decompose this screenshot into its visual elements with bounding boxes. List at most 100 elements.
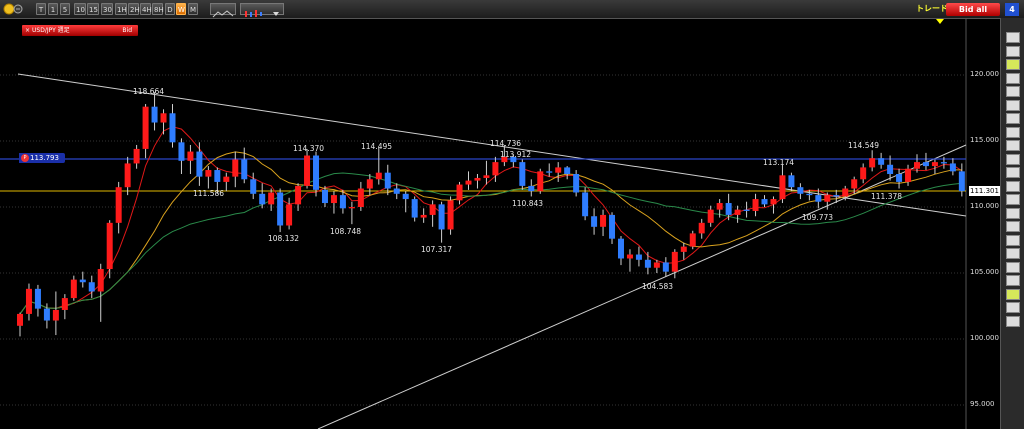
price-annotation: 113.912 [500, 150, 532, 159]
ellipse-icon[interactable] [1006, 194, 1020, 205]
timeframe-button-m[interactable]: M [188, 3, 198, 15]
channel-icon[interactable] [1006, 99, 1020, 111]
timeframe-button-2h[interactable]: 2H [128, 3, 140, 15]
text-icon[interactable] [1006, 153, 1020, 165]
pitchfork-icon[interactable] [1006, 234, 1020, 246]
price-chart[interactable] [0, 18, 1000, 429]
candle-body [465, 180, 472, 185]
candle-body [833, 195, 840, 197]
candle-body [761, 199, 768, 205]
timeframe-button-5[interactable]: 5 [60, 3, 70, 15]
candle-body [689, 233, 696, 247]
eye-icon[interactable] [1006, 315, 1020, 327]
candle-body [537, 171, 544, 192]
app-logo-icon [3, 3, 23, 15]
candle-body [402, 193, 409, 200]
candle-body [707, 209, 714, 223]
timeframe-button-1h[interactable]: 1H [115, 3, 127, 15]
lock-icon[interactable] [1006, 302, 1020, 313]
candle-body [546, 171, 553, 173]
candle-body [187, 151, 194, 161]
candle-body [734, 209, 741, 215]
gann-icon[interactable] [1006, 221, 1020, 232]
symbol-name: USD/JPY 週足 [32, 27, 70, 34]
y-axis-tick-label: 120.000 [970, 70, 999, 78]
timeframe-button-4h[interactable]: 4H [140, 3, 152, 15]
candle-body [17, 313, 23, 326]
pencil-icon[interactable] [1006, 59, 1020, 70]
pane-count-badge[interactable]: 4 [1005, 3, 1019, 16]
chart-type-dropdown[interactable] [240, 3, 284, 17]
price-annotation: 114.370 [293, 144, 325, 153]
candle-body [393, 188, 400, 194]
timeframe-button-t[interactable]: T [36, 3, 46, 15]
candle-body [905, 168, 912, 182]
candle-body [313, 155, 320, 190]
candle-body [806, 193, 813, 196]
ray-icon[interactable] [1006, 72, 1020, 84]
position-icon: P [21, 154, 29, 162]
timeframe-button-30[interactable]: 30 [101, 3, 113, 15]
layers-icon[interactable] [1006, 288, 1020, 300]
price-marker: P 113.793 [19, 153, 65, 163]
timeframe-button-10[interactable]: 10 [74, 3, 86, 15]
candle-body [348, 207, 355, 209]
candle-body [151, 106, 158, 123]
arrow-icon[interactable] [1006, 167, 1020, 178]
candle-body [779, 175, 786, 200]
candle-body [528, 185, 535, 192]
candle-body [25, 288, 32, 314]
bid-all-button[interactable]: Bid all [946, 3, 1000, 16]
candle-body [366, 179, 373, 189]
price-annotation: 110.843 [512, 199, 544, 208]
candle-body [295, 185, 302, 205]
candle-body [205, 170, 212, 177]
candle-body [339, 195, 346, 209]
rectangle-icon[interactable] [1006, 180, 1020, 192]
candle-body [635, 254, 642, 260]
candle-body [115, 187, 122, 223]
close-icon[interactable]: × [25, 25, 30, 36]
trade-link[interactable]: トレード [916, 3, 948, 14]
timeframe-button-8h[interactable]: 8H [152, 3, 164, 15]
candle-body [591, 216, 598, 227]
timeframe-button-1[interactable]: 1 [48, 3, 58, 15]
price-annotation: 113.174 [763, 158, 795, 167]
timeframe-button-w[interactable]: W [176, 3, 186, 15]
line-icon[interactable] [1006, 86, 1020, 97]
candle-body [842, 188, 849, 197]
candle-body [878, 158, 885, 165]
symbol-label[interactable]: × USD/JPY 週足 Bid [22, 25, 138, 36]
settings-icon[interactable] [1006, 275, 1020, 286]
drawing-toolbar [1000, 18, 1024, 429]
fibonacci-icon[interactable] [1006, 113, 1020, 124]
chart-toolbar: T 1 5 10 15 30 1H 2H 4H 8H D W M トレード Bid all 4 [0, 0, 1024, 19]
price-annotation: 111.586 [193, 189, 225, 198]
candle-body [88, 282, 95, 292]
vertical-line-icon[interactable] [1006, 140, 1020, 151]
horizontal-line-icon[interactable] [1006, 126, 1020, 138]
timeframe-button-15[interactable]: 15 [87, 3, 99, 15]
price-annotation: 118.664 [133, 87, 165, 96]
price-annotation: 109.773 [802, 213, 834, 222]
candle-body [680, 246, 687, 252]
timeframe-button-d[interactable]: D [165, 3, 175, 15]
candle-body [716, 203, 723, 210]
candle-body [824, 195, 831, 202]
candle-body [375, 172, 382, 180]
price-annotation: 104.583 [642, 282, 674, 291]
cycle-icon[interactable] [1006, 248, 1020, 259]
candle-body [411, 199, 418, 218]
candle-body [142, 106, 149, 149]
y-axis-tick-label: 95.000 [970, 400, 995, 408]
chart-line-type-icon[interactable] [210, 3, 236, 18]
candle-body [797, 187, 804, 194]
candle-body [474, 177, 481, 181]
cursor-icon[interactable] [1006, 32, 1020, 43]
candle-body [268, 192, 275, 205]
trash-icon[interactable] [1006, 261, 1020, 273]
triangle-icon[interactable] [1006, 207, 1020, 219]
candle-body [940, 162, 947, 164]
crosshair-icon[interactable] [1006, 45, 1020, 57]
candle-body [743, 209, 750, 211]
